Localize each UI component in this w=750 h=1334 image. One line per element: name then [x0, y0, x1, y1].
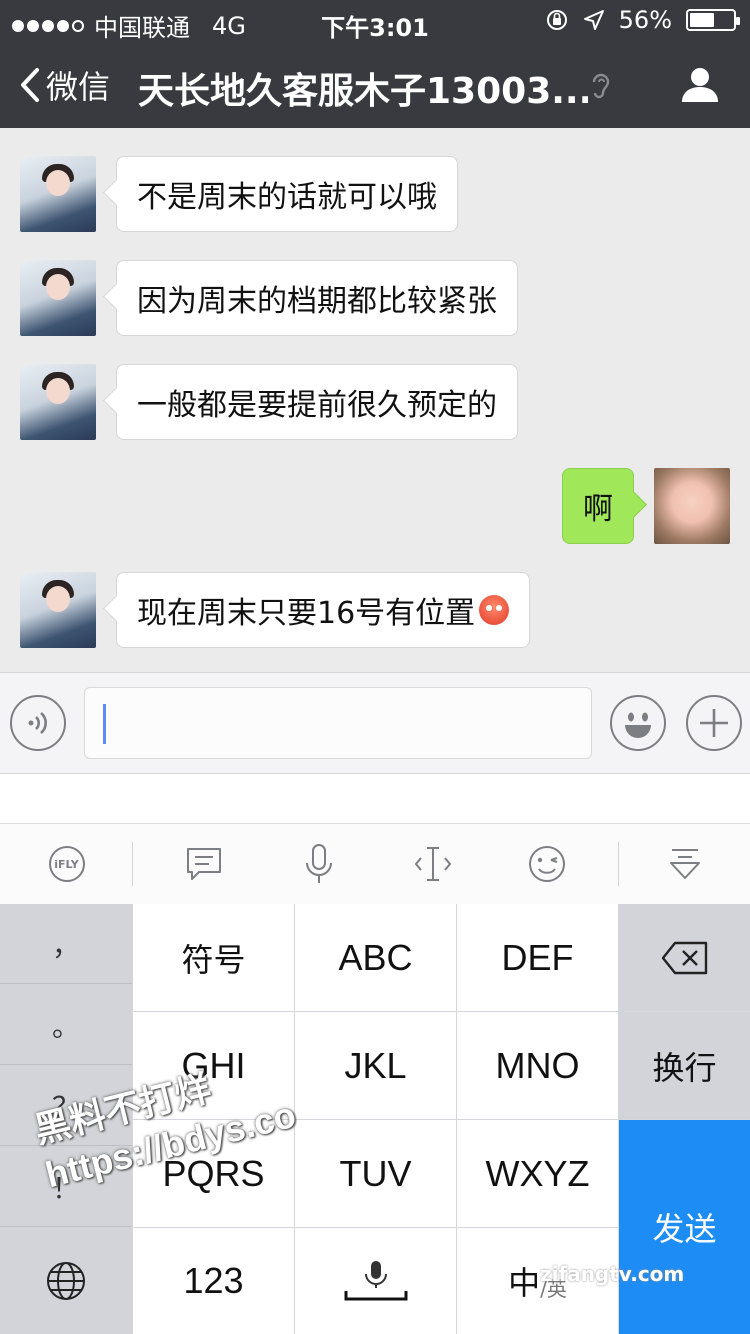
collapse-keyboard-icon	[669, 849, 700, 879]
voice-typing-button[interactable]	[256, 824, 381, 904]
toolbar-divider	[132, 842, 133, 886]
send-key[interactable]: 发送	[619, 1120, 750, 1334]
mno-key[interactable]: MNO	[457, 1012, 618, 1119]
space-mic-icon	[344, 1261, 407, 1301]
language-main: 中	[508, 1264, 541, 1302]
message-input[interactable]	[84, 687, 592, 759]
contact-avatar[interactable]	[20, 572, 96, 648]
globe-key[interactable]	[0, 1228, 132, 1334]
message-input-bar	[0, 672, 750, 774]
navigation-bar: 微信 天长地久客服木子13003...	[0, 42, 750, 128]
abc-key[interactable]: ABC	[295, 904, 456, 1011]
period-key[interactable]: 。	[0, 985, 132, 1065]
smiley-icon	[625, 712, 651, 738]
keyboard-suggestion-strip	[0, 774, 750, 824]
contact-avatar[interactable]	[20, 156, 96, 232]
message-text: 现在周末只要16号有位置	[137, 596, 476, 631]
battery-icon	[686, 9, 740, 31]
message-bubble[interactable]: 一般都是要提前很久预定的	[116, 364, 518, 440]
earpiece-mode-icon	[592, 73, 610, 99]
backspace-key[interactable]	[619, 904, 750, 1011]
chevron-left-icon	[21, 68, 39, 102]
status-bar: 中国联通 4G 下午3:01 56%	[0, 0, 750, 42]
message-text: 不是周末的话就可以哦	[137, 180, 437, 215]
flushed-face-icon	[479, 595, 510, 625]
voice-input-button[interactable]	[10, 695, 66, 751]
symbols-key[interactable]: 符号	[133, 904, 294, 1011]
location-arrow-icon	[583, 10, 604, 30]
chat-title: 天长地久客服木子13003...	[138, 71, 588, 112]
wink-face-icon	[528, 846, 565, 882]
contact-profile-icon[interactable]	[680, 64, 720, 104]
tuv-key[interactable]: TUV	[295, 1120, 456, 1227]
chat-bubble-icon	[186, 848, 221, 880]
battery-percent: 56%	[618, 6, 672, 34]
jkl-key[interactable]: JKL	[295, 1012, 456, 1119]
corner-watermark: zifangtv.com	[540, 1262, 685, 1286]
quick-phrase-button[interactable]	[141, 824, 266, 904]
text-cursor-icon	[414, 847, 451, 881]
more-actions-button[interactable]	[686, 695, 742, 751]
plus-icon	[700, 709, 728, 737]
microphone-icon	[305, 844, 332, 883]
ifly-label: iFLY	[54, 857, 79, 871]
message-bubble[interactable]: 现在周末只要16号有位置	[116, 572, 531, 648]
emoji-button[interactable]	[610, 695, 666, 751]
contact-avatar[interactable]	[20, 364, 96, 440]
battery-fill	[690, 13, 714, 27]
cursor-move-button[interactable]	[370, 824, 495, 904]
space-key[interactable]	[295, 1228, 456, 1334]
message-text: 啊	[583, 492, 613, 527]
back-label: 微信	[46, 68, 111, 106]
wxyz-key[interactable]: WXYZ	[457, 1120, 618, 1227]
rotation-lock-icon	[546, 10, 567, 30]
message-text: 一般都是要提前很久预定的	[137, 388, 497, 423]
hide-keyboard-button[interactable]	[622, 824, 747, 904]
voice-wave-icon	[28, 712, 47, 734]
message-bubble[interactable]: 不是周末的话就可以哦	[116, 156, 458, 232]
def-key[interactable]: DEF	[457, 904, 618, 1011]
back-button[interactable]: 微信	[18, 62, 110, 108]
emoticon-button[interactable]	[484, 824, 609, 904]
comma-key[interactable]: ，	[0, 904, 132, 984]
message-text: 因为周末的档期都比较紧张	[137, 284, 497, 319]
backspace-icon	[661, 941, 707, 974]
contact-avatar[interactable]	[20, 260, 96, 336]
globe-icon	[47, 1262, 85, 1300]
keyboard-toolbar: iFLY	[0, 824, 750, 904]
message-bubble[interactable]: 因为周末的档期都比较紧张	[116, 260, 518, 336]
newline-key[interactable]: 换行	[619, 1012, 750, 1119]
text-caret	[103, 704, 106, 744]
numbers-key[interactable]: 123	[133, 1228, 294, 1334]
ifly-logo-button[interactable]: iFLY	[4, 824, 129, 904]
my-avatar[interactable]	[654, 468, 730, 544]
sent-message-bubble[interactable]: 啊	[562, 468, 634, 544]
toolbar-divider	[618, 842, 619, 886]
top-bar: 中国联通 4G 下午3:01 56% 微信 天长地久客服木子13003...	[0, 0, 750, 128]
